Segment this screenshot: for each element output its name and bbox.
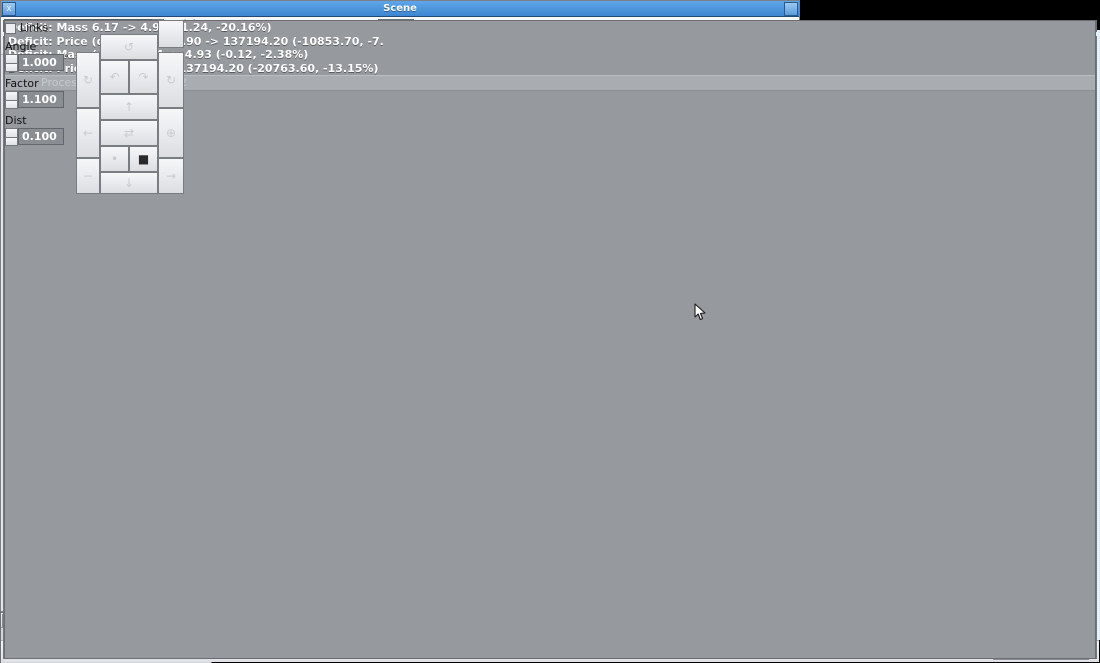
rotate-left-button[interactable]: ↻ [76, 52, 100, 108]
rotate-up-button[interactable]: ↺ [100, 34, 158, 60]
angle-label: Angle [5, 40, 37, 53]
zoom-in-button[interactable]: ⊕ [158, 108, 184, 158]
tilt-button[interactable]: ⇄ [100, 120, 158, 146]
dist-stepper[interactable]: 0.100 [5, 128, 72, 146]
factor-label: Factor [5, 77, 39, 90]
pan-right-button[interactable]: → [158, 158, 184, 194]
angle-unit: ° [64, 54, 69, 64]
scene-title: Scene [383, 2, 417, 14]
desktop: x Scene Move Frame [0, 0, 1100, 663]
stepper-down[interactable] [5, 99, 18, 109]
angle-stepper[interactable]: 1.000 ° [5, 54, 72, 72]
angle-value[interactable]: 1.000 [18, 54, 64, 71]
pan-left2-button[interactable]: • [100, 146, 129, 172]
stepper-down[interactable] [5, 136, 18, 146]
rotate-cw-button[interactable]: ↷ [129, 60, 158, 94]
reset-button[interactable] [158, 20, 184, 48]
pan-left-button[interactable]: ← [76, 108, 100, 158]
links-label: Links [20, 21, 49, 34]
pan-up-button[interactable]: ↑ [100, 94, 158, 120]
stepper-buttons[interactable] [5, 128, 18, 146]
maximize-icon[interactable] [784, 1, 798, 16]
movement-button-pad: ↻ ← − ↺ ↶ ↷ ↑ ⇄ • ■ ↓ ↻ ⊕ → [72, 18, 1100, 663]
pan-center-button[interactable]: ■ [129, 146, 158, 172]
dist-value[interactable]: 0.100 [18, 128, 64, 145]
zoom-out-button[interactable]: − [76, 158, 100, 194]
stepper-down[interactable] [5, 62, 18, 72]
links-checkbox[interactable]: Links [5, 22, 72, 34]
scene-titlebar[interactable]: x Scene [1, 1, 799, 17]
close-icon[interactable]: x [2, 1, 16, 16]
factor-value[interactable]: 1.100 [18, 91, 64, 108]
stepper-buttons[interactable] [5, 91, 18, 109]
stepper-buttons[interactable] [5, 54, 18, 72]
rotate-right-button[interactable]: ↻ [158, 52, 184, 108]
pan-down-button[interactable]: ↓ [100, 172, 158, 194]
rotate-ccw-button[interactable]: ↶ [100, 60, 129, 94]
movement-fields: Links Angle 1.000 ° Factor 1.100 Dist 0.… [0, 18, 72, 663]
factor-stepper[interactable]: 1.100 [5, 91, 72, 109]
checkbox-icon[interactable] [5, 22, 16, 34]
dist-label: Dist [5, 114, 27, 127]
